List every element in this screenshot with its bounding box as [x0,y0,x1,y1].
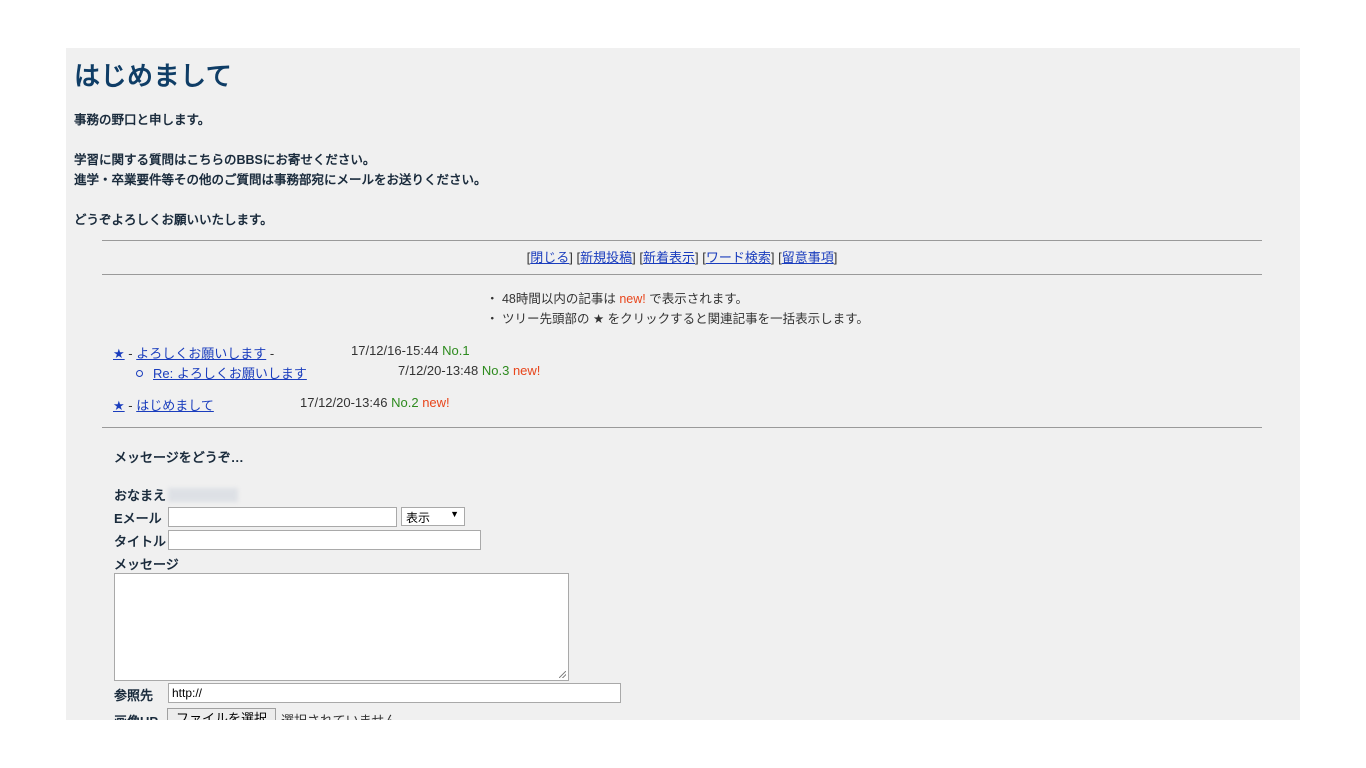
note-star-tree: ・ ツリー先頭部の ★ をクリックすると関連記事を一括表示します。 [486,312,869,326]
subject-field[interactable] [168,530,481,550]
divider-form [102,427,1262,428]
thread-star-link[interactable]: ★ [113,398,125,413]
page-title: はじめまして [74,61,233,91]
thread-meta: 17/12/20-13:46 No.2 new! [300,395,450,410]
reply-row: Re: よろしくお願いします [136,363,307,382]
dropdown-arrow-icon: ▼ [450,509,459,519]
note-line1-prefix: ・ 48時間以内の記事は [486,292,620,306]
message-textarea[interactable] [114,573,569,681]
intro-line-3: 進学・卒業要件等その他のご質問は事務部宛にメールをお送りください。 [74,173,487,187]
bbs-panel: はじめまして 事務の野口と申します。 学習に関する質問はこちらのBBSにお寄せく… [66,48,1300,720]
thread-row: ★ - はじめまして [113,395,214,414]
reply-meta: 7/12/20-13:48 No.3 new! [398,363,540,378]
nav-word-search-link[interactable]: ワード検索 [706,250,771,265]
note-new-marker: ・ 48時間以内の記事は new! で表示されます。 [486,288,748,307]
thread-separator: - [124,398,137,413]
post-number: No.2 [391,395,419,410]
thread-title-link[interactable]: はじめまして [136,398,214,413]
thread-title-link[interactable]: よろしくお願いします [136,346,266,361]
post-date: 7/12/20-13:48 [398,363,479,378]
new-badge: new! [422,395,450,410]
nav-menu: [閉じる] [新規投稿] [新着表示] [ワード検索] [留意事項] [526,250,838,265]
intro-line-2: 学習に関する質問はこちらのBBSにお寄せください。 [74,153,376,167]
post-number: No.3 [481,363,510,378]
divider-nav [102,274,1262,275]
thread-meta: 17/12/16-15:44 No.1 [351,343,470,358]
post-number: No.1 [442,343,470,358]
nav-recent-link[interactable]: 新着表示 [643,250,695,265]
intro-line-1: 事務の野口と申します。 [74,113,211,127]
email-field[interactable] [168,507,397,527]
email-label: Eメール [114,511,162,526]
email-display-select[interactable]: 表示 ▼ [401,507,465,526]
thread-separator: - [124,346,137,361]
email-display-value: 表示 [406,511,431,525]
bullet-circle-icon [136,370,143,378]
url-field[interactable] [168,683,621,703]
nav-close-link[interactable]: 閉じる [530,250,569,265]
thread-row: ★ - よろしくお願いします - [113,343,274,362]
thread-trail: - [266,346,275,361]
divider-top [102,240,1262,241]
resize-grip-icon[interactable] [559,671,566,678]
file-status-text: 選択されていません [281,710,397,720]
new-badge: new! [512,363,541,378]
post-date: 17/12/16-15:44 [351,343,439,358]
form-heading: メッセージをどうぞ… [114,450,244,465]
thread-star-link[interactable]: ★ [113,346,125,361]
nav-notice-link[interactable]: 留意事項 [782,250,834,265]
note-new-label: new! [619,292,646,306]
note-line1-suffix: で表示されます。 [645,292,748,306]
post-date: 17/12/20-13:46 [300,395,388,410]
message-label: メッセージ [114,557,179,572]
file-select-button[interactable]: ファイルを選択 [167,708,277,720]
intro-line-4: どうぞよろしくお願いいたします。 [74,213,273,227]
name-label: おなまえ [114,488,167,503]
subject-label: タイトル [114,534,167,549]
reply-title-link[interactable]: Re: よろしくお願いします [153,366,307,381]
name-value-redacted [168,488,238,502]
url-label: 参照先 [114,688,154,703]
nav-new-post-link[interactable]: 新規投稿 [580,250,632,265]
image-upload-label: 画像UP [114,711,158,720]
